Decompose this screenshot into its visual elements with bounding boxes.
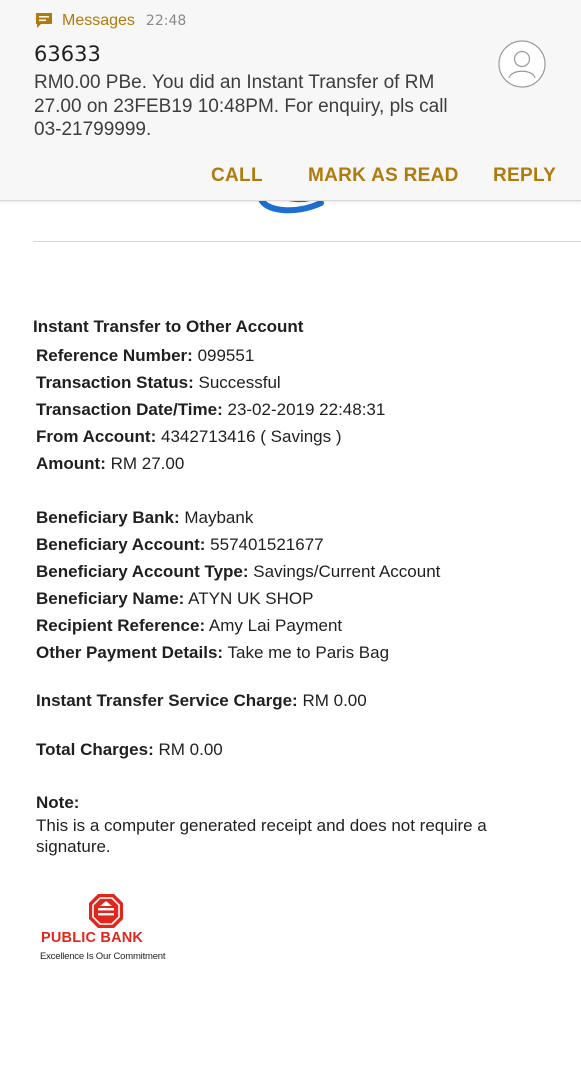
mark-as-read-button[interactable]: MARK AS READ: [308, 165, 459, 187]
beneficiary-account-row: Beneficiary Account: 557401521677: [36, 534, 576, 561]
total-charges-label: Total Charges:: [36, 740, 154, 759]
reference-number-value: 099551: [197, 346, 255, 365]
total-charges-value: RM 0.00: [158, 740, 223, 759]
beneficiary-account-type-label: Beneficiary Account Type:: [36, 562, 249, 581]
receipt-title: Instant Transfer to Other Account: [33, 317, 304, 336]
recipient-reference-label: Recipient Reference:: [36, 616, 206, 635]
bank-name: PUBLIC BANK: [41, 930, 144, 946]
transaction-datetime-value: 23-02-2019 22:48:31: [227, 400, 386, 419]
beneficiary-account-type-row: Beneficiary Account Type: Savings/Curren…: [36, 561, 576, 588]
amount-value: RM 27.00: [110, 454, 185, 473]
reply-button[interactable]: REPLY: [493, 165, 556, 187]
reference-number-row: Reference Number: 099551: [36, 345, 576, 372]
service-charge-value: RM 0.00: [302, 691, 367, 710]
transaction-datetime-row: Transaction Date/Time: 23-02-2019 22:48:…: [36, 399, 576, 426]
beneficiary-bank-label: Beneficiary Bank:: [36, 508, 180, 527]
beneficiary-account-value: 557401521677: [210, 535, 324, 554]
transaction-status-label: Transaction Status:: [36, 373, 194, 392]
recipient-reference-row: Recipient Reference: Amy Lai Payment: [36, 615, 576, 642]
receipt-screen: Messages 22:48 63633 RM0.00 PBe. You did…: [0, 0, 581, 1080]
service-charge-row: Instant Transfer Service Charge: RM 0.00: [36, 691, 367, 711]
sms-notification[interactable]: Messages 22:48 63633 RM0.00 PBe. You did…: [0, 0, 581, 201]
from-account-label: From Account:: [36, 427, 157, 446]
from-account-row: From Account: 4342713416 ( Savings ): [36, 426, 576, 453]
other-payment-details-value: Take me to Paris Bag: [227, 643, 390, 662]
call-button[interactable]: CALL: [211, 165, 263, 187]
beneficiary-name-row: Beneficiary Name: ATYN UK SHOP: [36, 588, 576, 615]
message-icon: [36, 13, 52, 28]
total-charges-row: Total Charges: RM 0.00: [36, 740, 223, 760]
beneficiary-account-type-value: Savings/Current Account: [253, 562, 441, 581]
amount-row: Amount: RM 27.00: [36, 453, 576, 480]
header-divider: [33, 241, 581, 242]
service-charge-label: Instant Transfer Service Charge:: [36, 691, 298, 710]
transaction-status-value: Successful: [198, 373, 281, 392]
sender-number: 63633: [34, 42, 101, 66]
transaction-status-row: Transaction Status: Successful: [36, 372, 576, 399]
message-body: RM0.00 PBe. You did an Instant Transfer …: [34, 72, 448, 140]
contact-avatar-icon: [498, 40, 546, 88]
amount-label: Amount:: [36, 454, 106, 473]
beneficiary-name-value: ATYN UK SHOP: [188, 589, 314, 608]
notification-time: 22:48: [145, 13, 187, 29]
transaction-details: Reference Number: 099551 Transaction Sta…: [36, 345, 576, 669]
beneficiary-account-label: Beneficiary Account:: [36, 535, 206, 554]
bank-tagline: Excellence Is Our Commitment: [40, 951, 166, 962]
app-name: Messages: [62, 12, 135, 29]
beneficiary-bank-row: Beneficiary Bank: Maybank: [36, 507, 576, 534]
recipient-reference-value: Amy Lai Payment: [208, 616, 343, 635]
transaction-datetime-label: Transaction Date/Time:: [36, 400, 223, 419]
notification-actions: CALL MARK AS READ REPLY: [0, 165, 581, 191]
row-spacer: [36, 480, 576, 507]
note-label: Note:: [36, 793, 80, 812]
from-account-value: 4342713416 ( Savings ): [161, 427, 342, 446]
reference-number-label: Reference Number:: [36, 346, 193, 365]
other-payment-details-label: Other Payment Details:: [36, 643, 224, 662]
note-text: This is a computer generated receipt and…: [36, 816, 487, 856]
notification-header: Messages 22:48: [34, 10, 186, 32]
beneficiary-name-label: Beneficiary Name:: [36, 589, 185, 608]
other-payment-details-row: Other Payment Details: Take me to Paris …: [36, 642, 576, 669]
beneficiary-bank-value: Maybank: [184, 508, 254, 527]
